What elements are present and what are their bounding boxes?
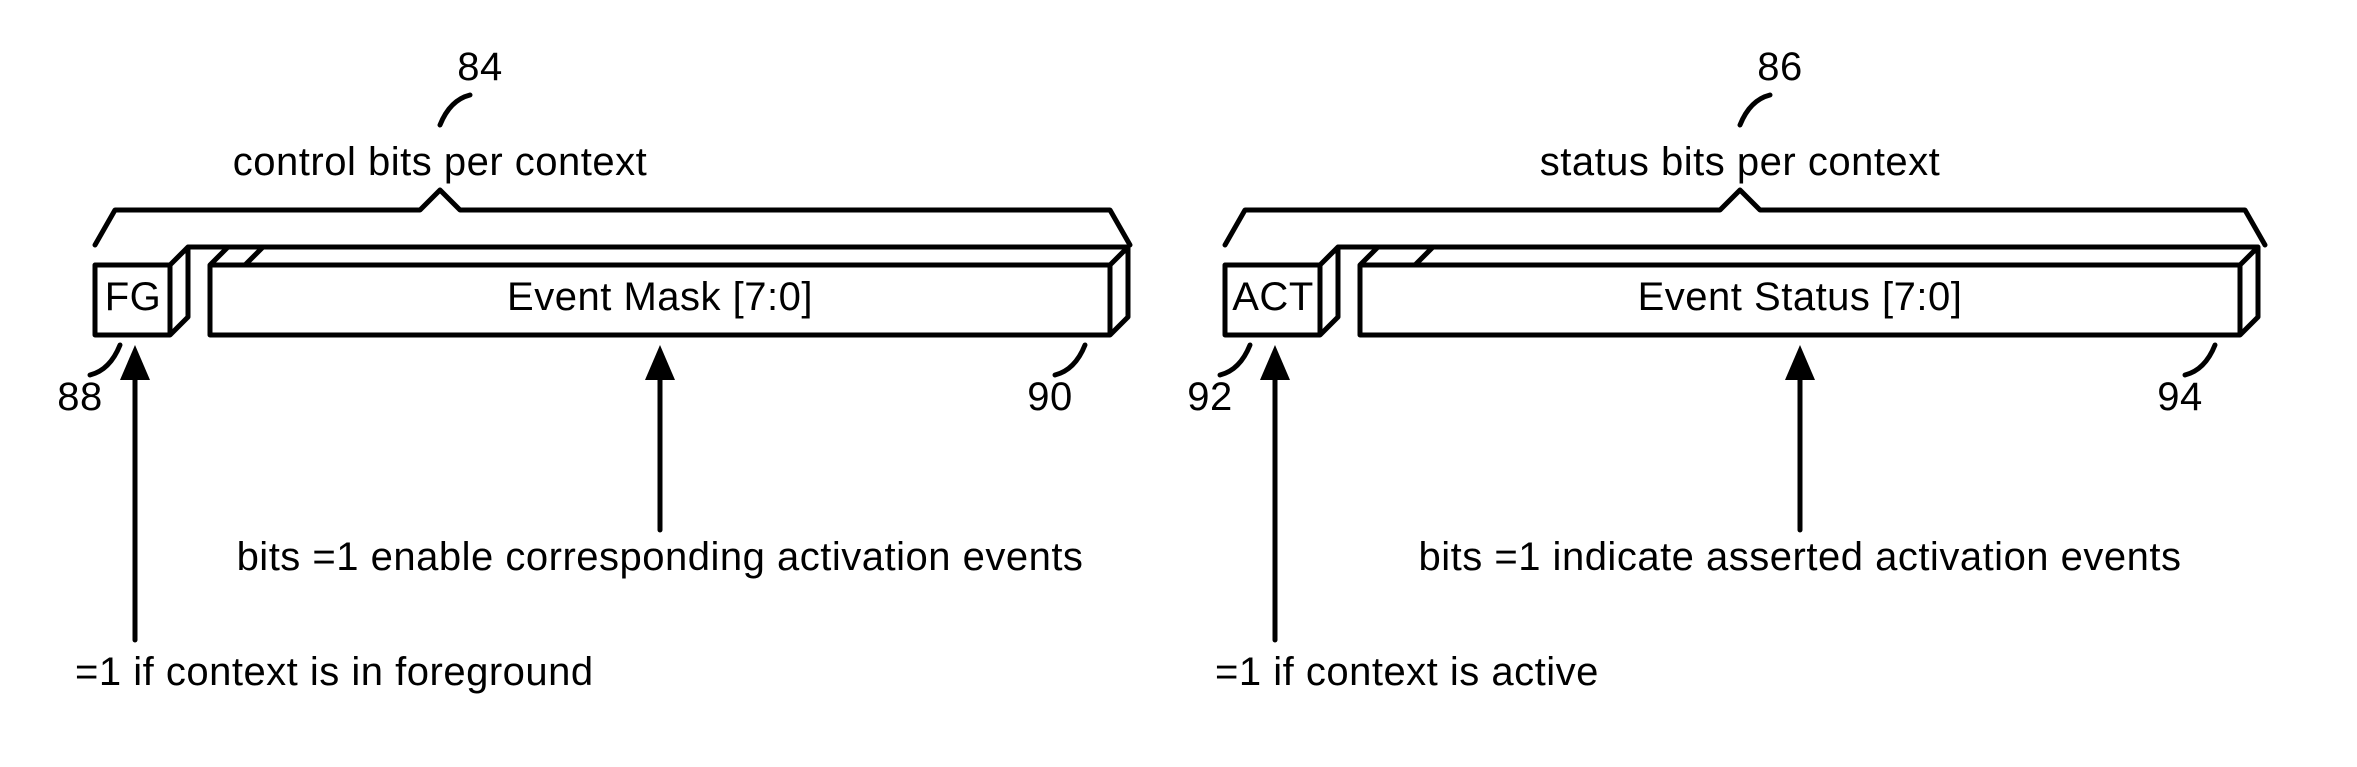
ref-86: 86 — [1757, 45, 1803, 90]
arrow-fg — [120, 345, 150, 640]
brace-label-left: control bits per context — [233, 140, 647, 185]
brace-right — [1225, 190, 2265, 245]
note-fg: =1 if context is in foreground — [75, 650, 594, 695]
ref-tick-88 — [90, 345, 120, 375]
arrow-event-status — [1785, 345, 1815, 530]
note-event-mask: bits =1 enable corresponding activation … — [237, 535, 1084, 580]
ref-88: 88 — [57, 375, 103, 420]
field-event-status: Event Status [7:0] — [1638, 275, 1963, 320]
note-act: =1 if context is active — [1215, 650, 1599, 695]
field-fg: FG — [105, 275, 162, 320]
ref-90: 90 — [1027, 375, 1073, 420]
ref-84: 84 — [457, 45, 503, 90]
brace-left — [95, 190, 1130, 245]
ref-tick-84 — [440, 95, 470, 125]
ref-tick-94 — [2185, 345, 2215, 375]
arrow-event-mask — [645, 345, 675, 530]
ref-tick-92 — [1220, 345, 1250, 375]
note-event-status: bits =1 indicate asserted activation eve… — [1418, 535, 2181, 580]
ref-92: 92 — [1187, 375, 1233, 420]
ref-tick-86 — [1740, 95, 1770, 125]
brace-label-right: status bits per context — [1540, 140, 1941, 185]
ref-94: 94 — [2157, 375, 2203, 420]
arrow-act — [1260, 345, 1290, 640]
field-event-mask: Event Mask [7:0] — [507, 275, 813, 320]
ref-tick-90 — [1055, 345, 1085, 375]
field-act: ACT — [1232, 275, 1314, 320]
